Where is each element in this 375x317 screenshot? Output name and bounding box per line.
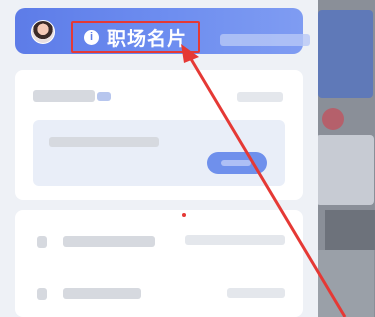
annotation-arrow-line	[186, 53, 347, 317]
annotation-arrow	[181, 44, 347, 317]
annotation-arrow-head	[181, 44, 199, 63]
